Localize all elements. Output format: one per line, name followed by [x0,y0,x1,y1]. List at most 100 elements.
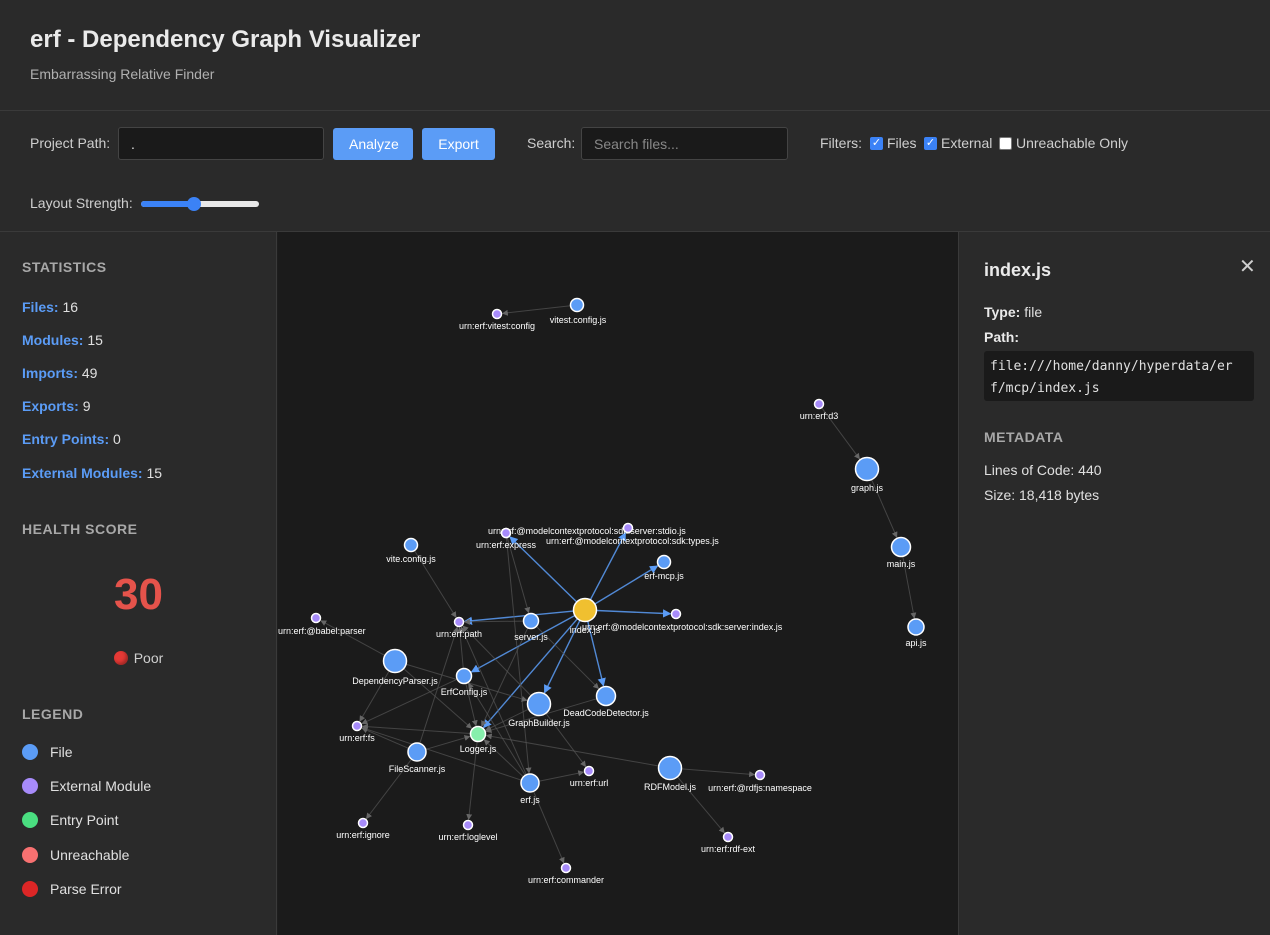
graph-node[interactable]: urn:erf:@modelcontextprotocol:sdk:server… [582,608,783,633]
node-label: urn:erf:@modelcontextprotocol:sdk:server… [488,526,686,536]
graph-node[interactable]: urn:erf:@rdfjs:namespace [708,769,812,794]
slider-thumb[interactable] [187,197,202,211]
graph-node[interactable]: DependencyParser.js [352,648,438,687]
graph-node[interactable]: urn:erf:url [570,765,609,789]
graph-node[interactable]: urn:erf:loglevel [438,819,498,843]
node-circle[interactable] [572,597,598,623]
node-circle[interactable] [357,817,369,829]
node-label: urn:erf:d3 [800,411,839,421]
node-circle[interactable] [526,691,552,717]
graph-node[interactable]: api.js [905,618,927,648]
node-circle[interactable] [351,720,363,732]
filter-files-label: Files [887,135,917,151]
detail-path-label: Path: [984,329,1019,345]
layout-strength-slider[interactable] [141,197,259,211]
node-circle[interactable] [453,616,465,628]
check-icon: ✓ [924,136,937,150]
stat-value: 49 [81,365,98,381]
node-circle[interactable] [469,725,487,743]
stat-external-modules: External Modules: 15 [22,465,162,481]
search-input[interactable] [581,127,788,160]
checkbox-empty-icon [999,136,1012,150]
node-circle[interactable] [462,819,474,831]
project-path-input[interactable] [118,127,324,160]
legend-title: LEGEND [22,706,84,722]
analyze-button[interactable]: Analyze [333,128,413,160]
stat-files: Files: 16 [22,299,78,315]
graph-edge [596,609,672,618]
graph-canvas[interactable]: vitest.config.js urn:erf:vitest:config urn… [278,232,958,935]
graph-node[interactable]: graph.js [851,456,884,494]
graph-node[interactable]: urn:erf:ignore [336,817,390,841]
graph-node[interactable]: urn:erf:d3 [800,398,839,422]
filter-external-checkbox[interactable]: ✓ External [924,133,992,153]
node-circle[interactable] [491,308,503,320]
graph-node[interactable]: vite.config.js [386,537,436,565]
graph-node[interactable]: server.js [514,612,548,643]
graph-node[interactable]: Logger.js [460,725,497,755]
node-circle[interactable] [907,618,925,636]
search-label: Search: [527,135,576,151]
node-circle[interactable] [657,755,683,781]
graph-node[interactable]: urn:erf:vitest:config [459,308,535,332]
node-circle[interactable] [455,667,473,685]
graph-node[interactable]: FileScanner.js [389,742,446,774]
node-circle[interactable] [722,831,734,843]
graph-node[interactable]: ErfConfig.js [441,667,488,698]
node-circle[interactable] [813,398,825,410]
type-label: Type: [984,304,1021,320]
stat-value: 15 [87,332,103,348]
legend-label: Unreachable [50,847,130,863]
detail-type: Type: file [984,304,1042,320]
node-circle[interactable] [382,648,408,674]
detail-path-value: file:///home/danny/hyperdata/erf/mcp/ind… [984,351,1254,401]
node-circle[interactable] [569,297,585,313]
node-label: urn:erf:@modelcontextprotocol:sdk:types.… [546,536,719,546]
dependency-graph[interactable]: vitest.config.js urn:erf:vitest:config urn… [278,232,958,935]
close-icon[interactable]: ✕ [1239,254,1256,279]
graph-node[interactable]: RDFModel.js [644,755,697,793]
file-size: Size: 18,418 bytes [984,487,1100,503]
node-circle[interactable] [520,773,540,793]
filter-unreachable-checkbox[interactable]: Unreachable Only [999,133,1128,153]
graph-node[interactable]: erf.js [520,773,540,805]
graph-node[interactable]: urn:erf:fs [339,720,375,744]
graph-node[interactable]: urn:erf:rdf-ext [701,831,756,855]
filter-files-checkbox[interactable]: ✓ Files [870,133,917,153]
node-circle[interactable] [595,685,617,707]
node-circle[interactable] [622,522,634,534]
node-circle[interactable] [670,608,682,620]
node-circle[interactable] [560,862,572,874]
node-label: urn:erf:@babel:parser [278,626,366,636]
export-button[interactable]: Export [422,128,495,160]
node-circle[interactable] [407,742,427,762]
node-circle[interactable] [310,612,322,624]
stat-key: Files: [22,299,59,315]
node-label: urn:erf:url [570,778,609,788]
node-circle[interactable] [583,765,595,777]
node-circle[interactable] [522,612,540,630]
node-label: urn:erf:@modelcontextprotocol:sdk:server… [582,622,783,632]
node-circle[interactable] [656,554,672,570]
graph-node[interactable]: urn:erf:commander [528,862,604,886]
node-circle[interactable] [890,536,912,558]
stat-imports: Imports: 49 [22,365,97,381]
node-label: urn:erf:path [436,629,482,639]
node-circle[interactable] [854,456,880,482]
node-label: ErfConfig.js [441,687,488,697]
graph-node[interactable]: vitest.config.js [550,297,607,326]
graph-node[interactable]: urn:erf:@babel:parser [278,612,366,637]
node-circle[interactable] [403,537,419,553]
stat-modules: Modules: 15 [22,332,103,348]
graph-node[interactable]: DeadCodeDetector.js [563,685,649,719]
graph-node[interactable]: erf-mcp.js [644,554,684,582]
legend-item-entry: Entry Point [22,812,118,828]
graph-node[interactable]: main.js [887,536,916,570]
node-circle[interactable] [754,769,766,781]
legend-label: Entry Point [50,812,119,828]
project-path-label: Project Path: [30,135,111,151]
node-circle[interactable] [500,527,512,539]
node-label: FileScanner.js [389,764,446,774]
file-swatch-icon [22,744,38,760]
stat-value: 16 [62,299,79,315]
